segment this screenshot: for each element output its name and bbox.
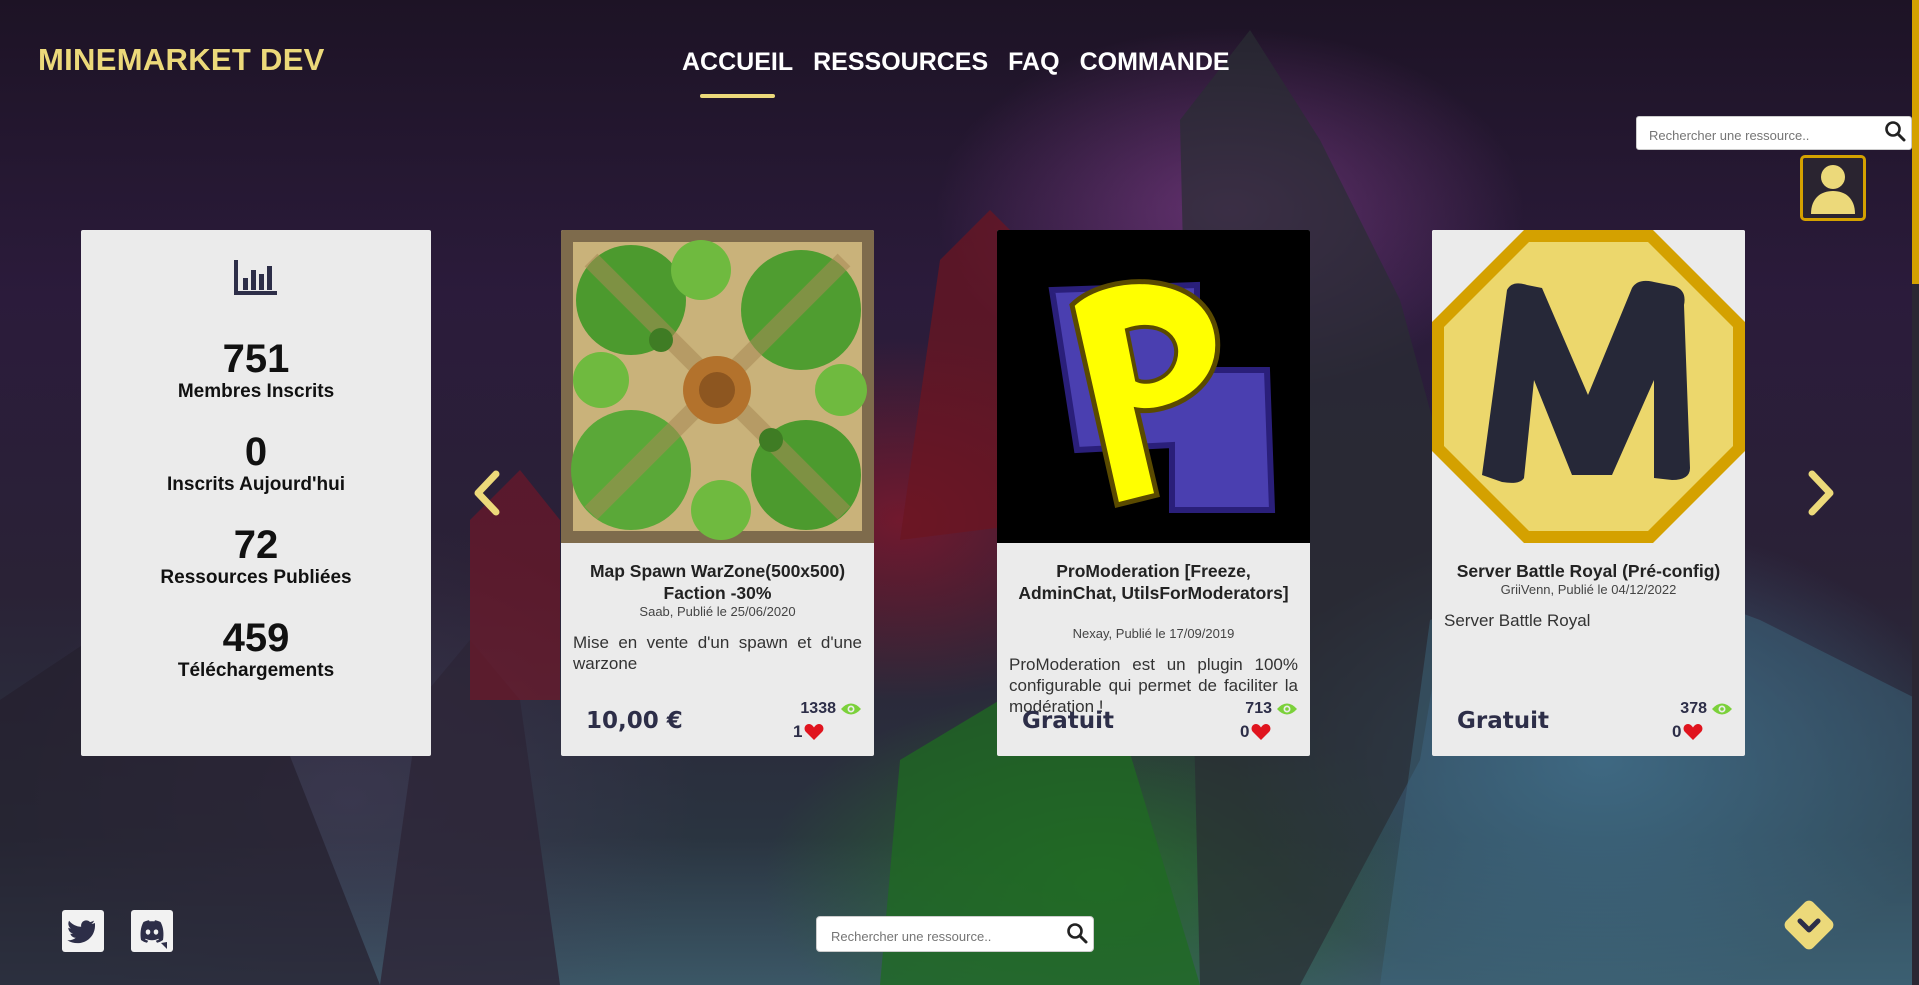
search-icon[interactable] [1065,921,1089,950]
page-scrollbar[interactable] [1912,0,1919,985]
resource-views: 713 [1245,700,1298,718]
views-count: 1338 [800,700,836,717]
resource-image-minemarket-logo [1432,230,1745,543]
footer-search-input[interactable] [829,924,1063,948]
heart-icon[interactable] [804,723,824,741]
heart-icon[interactable] [1683,723,1703,741]
header-search [1636,116,1912,150]
stat-members: 751 Membres Inscrits [81,337,431,403]
stat-label: Ressources Publiées [160,567,352,588]
nav-accueil[interactable]: ACCUEIL [682,48,793,98]
nav-faq[interactable]: FAQ [1008,48,1059,77]
stat-value: 0 [244,430,268,474]
likes-count: 0 [1240,722,1250,741]
stat-value: 459 [222,616,290,660]
resource-card[interactable]: Server Battle Royal (Pré-config) GriiVen… [1432,230,1745,756]
resource-likes: 0 [1672,722,1703,742]
resource-price: Gratuit [1022,708,1114,734]
scrollbar-thumb[interactable] [1912,0,1919,284]
resource-meta: Nexay, Publié le 17/09/2019 [1072,626,1235,641]
resource-image-warzone-map [561,230,874,543]
likes-count: 1 [793,722,803,741]
heart-icon[interactable] [1251,723,1271,741]
twitter-icon[interactable] [62,910,104,952]
eye-icon [841,703,861,715]
resource-title[interactable]: Map Spawn WarZone(500x500) Faction -30% [571,560,864,604]
resource-views: 378 [1680,700,1733,718]
chevron-left-icon[interactable] [470,470,504,516]
site-logo[interactable]: MINEMARKET DEV [38,42,325,78]
views-count: 713 [1245,700,1272,717]
resource-meta: Saab, Publié le 25/06/2020 [639,604,796,619]
main-nav: ACCUEIL RESSOURCES FAQ COMMANDE [682,48,1230,98]
stat-label: Téléchargements [177,660,335,681]
footer-search [816,916,1094,952]
stat-today: 0 Inscrits Aujourd'hui [81,430,431,496]
user-account-button[interactable] [1800,155,1866,221]
resource-image-promoderation-logo [997,230,1310,543]
stat-value: 72 [233,523,279,567]
chevron-right-icon[interactable] [1804,470,1838,516]
nav-ressources[interactable]: RESSOURCES [813,48,988,77]
stat-value: 751 [222,337,290,381]
nav-commande[interactable]: COMMANDE [1080,48,1230,77]
resource-likes: 0 [1240,722,1271,742]
eye-icon [1277,703,1297,715]
discord-icon[interactable] [131,910,173,952]
search-icon[interactable] [1883,119,1907,148]
resource-card[interactable]: Map Spawn WarZone(500x500) Faction -30% … [561,230,874,756]
resource-description: Mise en vente d'un spawn et d'une warzon… [573,633,862,673]
resource-views: 1338 [800,700,862,718]
resource-price: Gratuit [1457,708,1549,734]
resource-description: Server Battle Royal [1444,611,1591,630]
resource-price: 10,00 € [586,708,683,734]
views-count: 378 [1680,700,1707,717]
stat-resources: 72 Ressources Publiées [81,523,431,589]
user-icon [1811,165,1855,214]
eye-icon [1712,703,1732,715]
scroll-down-button[interactable] [1782,898,1836,952]
resource-title[interactable]: Server Battle Royal (Pré-config) [1442,560,1735,582]
header-search-input[interactable] [1647,123,1881,147]
stat-label: Membres Inscrits [177,381,335,402]
stats-panel: 751 Membres Inscrits 0 Inscrits Aujourd'… [81,230,431,756]
resource-title[interactable]: ProModeration [Freeze, AdminChat, UtilsF… [1007,560,1300,604]
bar-chart-icon [234,260,277,295]
resource-card[interactable]: ProModeration [Freeze, AdminChat, UtilsF… [997,230,1310,756]
resource-likes: 1 [793,722,824,742]
resource-meta: GriiVenn, Publié le 04/12/2022 [1500,582,1677,597]
stat-label: Inscrits Aujourd'hui [167,474,345,495]
likes-count: 0 [1672,722,1682,741]
stat-downloads: 459 Téléchargements [81,616,431,682]
